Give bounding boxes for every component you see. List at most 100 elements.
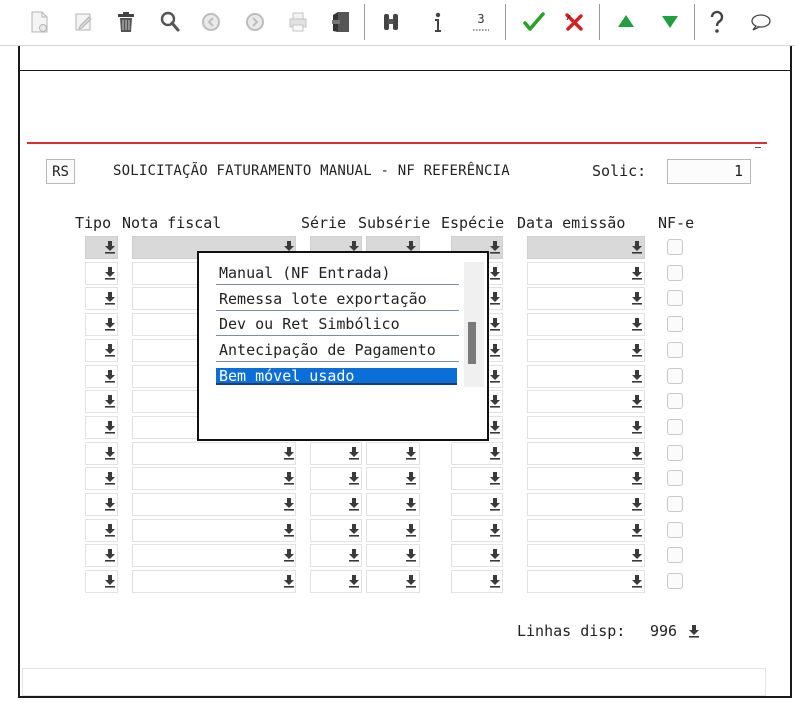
download-arrow-icon[interactable] <box>104 420 116 434</box>
previous-icon[interactable] <box>196 8 226 36</box>
download-arrow-icon[interactable] <box>405 574 417 588</box>
nfe-checkbox[interactable] <box>667 573 683 590</box>
download-arrow-icon[interactable] <box>283 523 295 537</box>
data-emissao-field[interactable] <box>527 364 645 388</box>
nfe-checkbox[interactable] <box>667 470 683 487</box>
download-arrow-icon[interactable] <box>631 420 643 434</box>
new-document-icon[interactable] <box>24 8 54 36</box>
up-arrow-icon[interactable] <box>611 8 641 36</box>
download-arrow-icon[interactable] <box>631 548 643 562</box>
download-arrow-icon[interactable] <box>631 369 643 383</box>
nfe-checkbox[interactable] <box>667 521 683 538</box>
nota-fiscal-field[interactable] <box>132 493 296 516</box>
download-arrow-icon[interactable] <box>631 574 643 588</box>
download-arrow-icon[interactable] <box>489 471 501 485</box>
download-arrow-icon[interactable] <box>348 497 360 511</box>
data-emissao-field[interactable] <box>527 467 645 491</box>
dropdown-option[interactable]: Bem móvel usado <box>216 368 457 385</box>
data-emissao-field[interactable] <box>527 338 645 362</box>
download-arrow-icon[interactable] <box>283 548 295 562</box>
download-arrow-icon[interactable] <box>489 266 501 280</box>
download-arrow-icon[interactable] <box>489 394 501 408</box>
data-emissao-field[interactable] <box>527 441 645 465</box>
binoculars-icon[interactable] <box>376 8 406 36</box>
data-emissao-field[interactable] <box>527 518 645 542</box>
download-arrow-icon[interactable] <box>405 548 417 562</box>
nfe-checkbox[interactable] <box>667 290 683 307</box>
download-arrow-icon[interactable] <box>283 574 295 588</box>
download-arrow-icon[interactable] <box>348 471 360 485</box>
data-emissao-field[interactable] <box>527 236 645 259</box>
nfe-checkbox[interactable] <box>667 316 683 333</box>
download-arrow-icon[interactable] <box>104 317 116 331</box>
nfe-checkbox[interactable] <box>667 341 683 358</box>
print-icon[interactable] <box>283 8 313 36</box>
download-arrow-icon[interactable] <box>104 291 116 305</box>
download-arrow-icon[interactable] <box>104 343 116 357</box>
dropdown-option[interactable]: Manual (NF Entrada) <box>216 261 459 285</box>
download-arrow-icon[interactable] <box>489 369 501 383</box>
download-arrow-icon[interactable] <box>283 446 295 460</box>
download-arrow-icon[interactable] <box>104 574 116 588</box>
download-arrow-icon[interactable] <box>631 446 643 460</box>
nfe-checkbox[interactable] <box>667 264 683 281</box>
download-arrow-icon[interactable] <box>104 369 116 383</box>
nfe-checkbox[interactable] <box>667 547 683 564</box>
download-arrow-icon[interactable] <box>104 523 116 537</box>
nfe-checkbox[interactable] <box>667 444 683 461</box>
dropdown-option[interactable]: Remessa lote exportação <box>216 287 459 311</box>
download-arrow-icon[interactable] <box>104 240 116 254</box>
download-arrow-icon[interactable] <box>283 497 295 511</box>
download-arrow-icon[interactable] <box>631 471 643 485</box>
download-arrow-icon[interactable] <box>489 497 501 511</box>
download-arrow-icon[interactable] <box>489 420 501 434</box>
download-arrow-icon[interactable] <box>631 497 643 511</box>
download-arrow-icon[interactable] <box>104 394 116 408</box>
nota-fiscal-field[interactable] <box>132 544 296 568</box>
download-arrow-icon[interactable] <box>348 548 360 562</box>
download-arrow-icon[interactable] <box>348 446 360 460</box>
download-arrow-icon[interactable] <box>348 523 360 537</box>
download-arrow-icon[interactable] <box>631 394 643 408</box>
nfe-checkbox[interactable] <box>667 239 683 255</box>
nfe-checkbox[interactable] <box>667 367 683 384</box>
data-emissao-field[interactable] <box>527 544 645 568</box>
next-icon[interactable] <box>240 8 270 36</box>
data-emissao-field[interactable] <box>527 493 645 516</box>
download-arrow-icon[interactable] <box>688 624 700 638</box>
data-emissao-field[interactable] <box>527 287 645 311</box>
download-arrow-icon[interactable] <box>489 343 501 357</box>
data-emissao-field[interactable] <box>527 570 645 594</box>
download-arrow-icon[interactable] <box>348 574 360 588</box>
download-arrow-icon[interactable] <box>489 548 501 562</box>
nota-fiscal-field[interactable] <box>132 570 296 594</box>
data-emissao-field[interactable] <box>527 313 645 337</box>
download-arrow-icon[interactable] <box>104 471 116 485</box>
trash-icon[interactable] <box>111 8 141 36</box>
nfe-checkbox[interactable] <box>667 418 683 435</box>
download-arrow-icon[interactable] <box>405 497 417 511</box>
download-arrow-icon[interactable] <box>104 548 116 562</box>
cancel-icon[interactable] <box>559 8 589 36</box>
dropdown-option[interactable]: Antecipação de Pagamento <box>216 338 459 362</box>
nfe-checkbox[interactable] <box>667 496 683 512</box>
download-arrow-icon[interactable] <box>104 446 116 460</box>
info-icon[interactable] <box>423 8 453 36</box>
download-arrow-icon[interactable] <box>283 471 295 485</box>
download-arrow-icon[interactable] <box>631 266 643 280</box>
download-arrow-icon[interactable] <box>489 291 501 305</box>
dropdown-scrollbar-thumb[interactable] <box>468 322 476 364</box>
download-arrow-icon[interactable] <box>405 523 417 537</box>
download-arrow-icon[interactable] <box>631 523 643 537</box>
download-arrow-icon[interactable] <box>631 317 643 331</box>
solic-field[interactable]: 1 <box>667 159 751 184</box>
linhas-disp-field[interactable]: 996 <box>646 618 702 644</box>
nfe-checkbox[interactable] <box>667 393 683 410</box>
data-emissao-field[interactable] <box>527 415 645 439</box>
download-arrow-icon[interactable] <box>405 471 417 485</box>
nota-fiscal-field[interactable] <box>132 467 296 491</box>
help-icon[interactable] <box>702 8 732 36</box>
search-icon[interactable] <box>155 8 185 36</box>
download-arrow-icon[interactable] <box>104 497 116 511</box>
download-arrow-icon[interactable] <box>489 574 501 588</box>
